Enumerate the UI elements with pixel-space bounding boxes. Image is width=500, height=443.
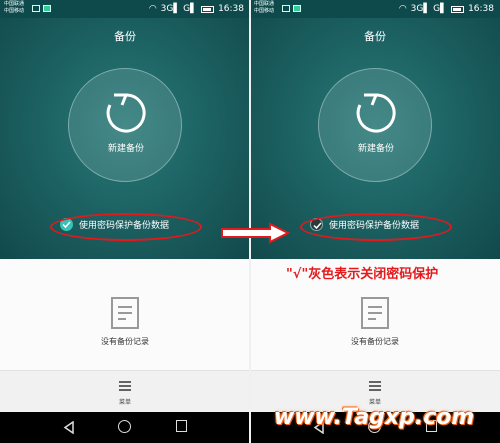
empty-state-text: 没有备份记录 — [351, 337, 399, 346]
empty-state-text: 没有备份记录 — [101, 337, 149, 346]
highlight-ellipse — [50, 213, 202, 241]
wifi-icon: ◠ — [148, 4, 157, 14]
refresh-icon — [356, 93, 396, 133]
site-watermark: www.Tagxp.com — [274, 405, 475, 430]
new-backup-button[interactable]: 新建备份 — [318, 68, 432, 182]
new-backup-label: 新建备份 — [107, 144, 144, 154]
menu-icon — [119, 381, 131, 391]
document-icon — [111, 297, 139, 329]
highlight-ellipse — [300, 213, 452, 241]
carrier-2: 中国移动 — [254, 8, 275, 14]
refresh-icon — [106, 93, 146, 133]
annotation-note: "√"灰色表示关闭密码保护 — [286, 267, 439, 282]
back-icon[interactable] — [63, 421, 75, 434]
status-right: ◠ 3G▌ G▌ 16:38 — [149, 3, 244, 15]
app-notification-icon — [43, 5, 51, 12]
page-title: 备份 — [114, 30, 136, 43]
clock: 16:38 — [468, 4, 494, 14]
status-right: ◠ 3G▌ G▌ 16:38 — [399, 3, 494, 15]
carrier-2: 中国移动 — [4, 8, 25, 14]
menu-icon — [369, 381, 381, 391]
wifi-icon: ◠ — [398, 4, 407, 14]
signal-indicator: 3G▌ G▌ — [160, 4, 198, 14]
app-notification-icon — [293, 5, 301, 12]
new-backup-button[interactable]: 新建备份 — [68, 68, 182, 182]
menu-button[interactable]: 菜单 — [0, 370, 250, 412]
carrier-1: 中国联通 — [254, 1, 275, 7]
status-bar: 中国联通 中国移动 ◠ 3G▌ G▌ 16:38 — [250, 0, 500, 18]
backup-header-area: 备份 新建备份 使用密码保护备份数据 — [0, 18, 250, 259]
battery-icon — [451, 5, 465, 13]
status-bar: 中国联通 中国移动 ◠ 3G▌ G▌ 16:38 — [0, 0, 250, 18]
page-title: 备份 — [364, 30, 386, 43]
home-icon[interactable] — [118, 420, 131, 433]
carrier-names: 中国联通 中国移动 — [254, 1, 274, 15]
notification-icon — [32, 5, 40, 12]
new-backup-label: 新建备份 — [357, 144, 394, 154]
signal-indicator: 3G▌ G▌ — [410, 4, 448, 14]
recent-apps-icon[interactable] — [176, 420, 187, 432]
notification-icon — [282, 5, 290, 12]
carrier-1: 中国联通 — [4, 1, 25, 7]
battery-icon — [201, 5, 215, 13]
transition-arrow-icon — [221, 222, 290, 244]
android-nav-bar — [0, 412, 250, 443]
clock: 16:38 — [218, 4, 244, 14]
phone-screen-before: 中国联通 中国移动 ◠ 3G▌ G▌ 16:38 备份 新建备份 使用密码保护备… — [0, 0, 250, 443]
document-icon — [361, 297, 389, 329]
menu-label: 菜单 — [118, 399, 131, 406]
carrier-names: 中国联通 中国移动 — [4, 1, 24, 15]
